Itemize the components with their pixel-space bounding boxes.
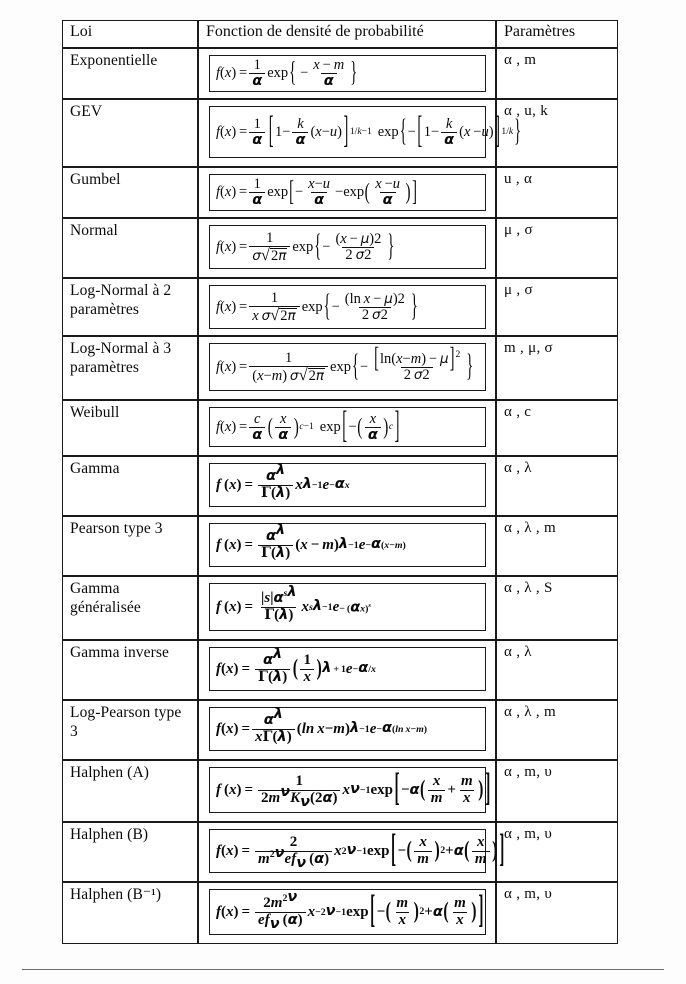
formula-halphen-b: f(x) = 2 m2νefν (α) x 2ν−1 exp[−(x m) 2 + α(x m)]	[216, 829, 505, 871]
table-row: GEV f(x) = 1 α[1− k α(x − u)] 1/k−1 exp{−[1− k α(x…	[62, 99, 618, 168]
parameters-halphen-a: α , m, υ	[496, 760, 618, 823]
table-row: Halphen (B⁻¹) f(x) = 2m2ν efν (α) x −2ν−1 exp…	[62, 882, 618, 945]
formula-cell-gamma: f (x) = αλ Γ(λ) x λ−1 e −αx	[198, 456, 496, 517]
table-body: Exponentielle f(x) = 1 α exp{− x − m α} α , m…	[62, 48, 618, 945]
table-row: Halphen (B) f(x) = 2 m2νefν (α) x 2ν−1 exp[−(…	[62, 822, 618, 883]
table-row: Gumbel f(x) = 1 α exp[− x−u α − exp(x −u α)] u ,…	[62, 167, 618, 219]
table-row: Log-Pearson type 3 f(x) = αλ xΓ(λ)(ln x − m)…	[62, 700, 618, 761]
formula-cell-lognormal3: f(x) = 1 (x−m) σ √ 2π exp{− [ln(x−m) − μ]2 2 σ2…	[198, 336, 496, 401]
formula-cell-normal: f(x) = 1 σ √ 2π exp{− (x − μ)2 2 σ2}	[198, 218, 496, 279]
formula-box: f(x) = 1 (x−m) σ √ 2π exp{− [ln(x−m) − μ]2 2 σ2…	[209, 342, 486, 392]
law-name-gammainv: Gamma inverse	[62, 640, 198, 701]
table-row: Gamma inverse f(x) = αλ Γ(λ)(1 x) λ + 1 e −α/x…	[62, 640, 618, 701]
formula-cell-weibull: f(x) = c α(x α) c−1 exp[−(x α) c]	[198, 400, 496, 457]
law-name-pearson3: Pearson type 3	[62, 516, 198, 577]
formula-box: f(x) = 1 α[1− k α(x − u)] 1/k−1 exp{−[1− k α(x − u)…	[209, 106, 521, 159]
formula-box: f(x) = 2m2ν efν (α) x −2ν−1 exp[−(m x) 2 + α(m x)]	[209, 889, 486, 936]
formula-exponentielle: f(x) = 1 α exp{− x − m α}	[216, 57, 358, 90]
law-name-gumbel: Gumbel	[62, 167, 198, 219]
parameters-gammagen: α , λ , S	[496, 576, 618, 641]
law-name-gammagen: Gamma généralisée	[62, 576, 198, 641]
formula-cell-exponentielle: f(x) = 1 α exp{− x − m α}	[198, 48, 496, 100]
formula-cell-halphen-b: f(x) = 2 m2νefν (α) x 2ν−1 exp[−(x m) 2 + α(x m)]	[198, 822, 504, 883]
formula-box: f(x) = 1 α exp{− x − m α}	[209, 55, 486, 93]
formula-cell-halphen-a: f (x) = 1 2mνKν(2α) x ν−1 exp[− α(x m + m x)]	[198, 760, 496, 823]
formula-cell-gammainv: f(x) = αλ Γ(λ)(1 x) λ + 1 e −α/x	[198, 640, 496, 701]
parameters-logpearson3: α , λ , m	[496, 700, 618, 761]
formula-box: f(x) = 1 x σ √ 2π exp{− (ln x − μ)2 2 σ2}	[209, 285, 486, 330]
table-header: Loi Fonction de densité de probabilité P…	[62, 20, 618, 48]
formula-logpearson3: f(x) = αλ xΓ(λ)(ln x − m) λ−1 e −α(ln x−m)	[216, 706, 428, 745]
table-row: Halphen (A) f (x) = 1 2mνKν(2α) x ν−1 exp[− α(…	[62, 760, 618, 823]
formula-cell-halphen-b-inv: f(x) = 2m2ν efν (α) x −2ν−1 exp[−(m x) 2 + α(m x)]	[198, 882, 496, 945]
formula-cell-pearson3: f (x) = αλ Γ(λ)(x − m) λ−1 e −α(x−m)	[198, 516, 496, 577]
column-header-loi: Loi	[62, 20, 198, 48]
formula-box: f(x) = 1 σ √ 2π exp{− (x − μ)2 2 σ2}	[209, 225, 486, 270]
formula-cell-logpearson3: f(x) = αλ xΓ(λ)(ln x − m) λ−1 e −α(ln x−m)	[198, 700, 496, 761]
formula-box: f (x) = |s|αsλ Γ(λ) x sλ−1 e − (αx)s	[209, 583, 486, 632]
table-row: Gamma généralisée f (x) = |s|αsλ Γ(λ) x sλ−1…	[62, 576, 618, 641]
column-header-fonction: Fonction de densité de probabilité	[198, 20, 496, 48]
law-name-logpearson3: Log-Pearson type 3	[62, 700, 198, 761]
law-name-normal: Normal	[62, 218, 198, 279]
formula-halphen-a: f (x) = 1 2mνKν(2α) x ν−1 exp[− α(x m + m x)]	[216, 768, 491, 810]
parameters-halphen-b-inv: α , m, υ	[496, 882, 618, 945]
formula-lognormal3: f(x) = 1 (x−m) σ √ 2π exp{− [ln(x−m) − μ]2 2 σ2…	[216, 342, 474, 385]
law-name-halphen-b: Halphen (B)	[62, 822, 198, 883]
table-row: Log-Normal à 3 paramètres f(x) = 1 (x−m) σ…	[62, 336, 618, 401]
formula-box: f(x) = c α(x α) c−1 exp[−(x α) c]	[209, 405, 486, 448]
formula-lognormal2: f(x) = 1 x σ √ 2π exp{− (ln x − μ)2 2 σ2}	[216, 289, 418, 325]
parameters-pearson3: α , λ , m	[496, 516, 618, 577]
law-name-weibull: Weibull	[62, 400, 198, 457]
parameters-gamma: α , λ	[496, 456, 618, 517]
probability-laws-table: Loi Fonction de densité de probabilité P…	[62, 20, 618, 945]
formula-gammagen: f (x) = |s|αsλ Γ(λ) x sλ−1 e − (αx)s	[216, 584, 371, 623]
footer-divider	[22, 969, 664, 970]
law-name-halphen-b-inv: Halphen (B⁻¹)	[62, 882, 198, 945]
formula-cell-gumbel: f(x) = 1 α exp[− x−u α − exp(x −u α)]	[198, 167, 496, 219]
parameters-gammainv: α , λ	[496, 640, 618, 701]
formula-halphen-b-inv: f(x) = 2m2ν efν (α) x −2ν−1 exp[−(m x) 2 + α(m x)]	[216, 889, 484, 932]
table-row: Normal f(x) = 1 σ √ 2π exp{− (x − μ)2 2 σ2} μ ,…	[62, 218, 618, 279]
table-row: Weibull f(x) = c α(x α) c−1 exp[−(x α) c] α , c	[62, 400, 618, 457]
parameters-lognormal2: μ , σ	[496, 278, 618, 337]
formula-box: f(x) = 1 α exp[− x−u α − exp(x −u α)]	[209, 174, 486, 212]
parameters-gumbel: u , α	[496, 167, 618, 219]
parameters-weibull: α , c	[496, 400, 618, 457]
table-row: Pearson type 3 f (x) = αλ Γ(λ)(x − m) λ−1 e −…	[62, 516, 618, 577]
formula-cell-lognormal2: f(x) = 1 x σ √ 2π exp{− (ln x − μ)2 2 σ2}	[198, 278, 496, 337]
column-header-parametres: Paramètres	[496, 20, 618, 48]
formula-gev: f(x) = 1 α[1− k α(x − u)] 1/k−1 exp{−[1− k α(x − u)…	[216, 110, 522, 153]
formula-box: f(x) = αλ Γ(λ)(1 x) λ + 1 e −α/x	[209, 646, 486, 692]
pdf-table-container: Loi Fonction de densité de probabilité P…	[62, 20, 618, 945]
table-row: Gamma f (x) = αλ Γ(λ) x λ−1 e −αx α , λ	[62, 456, 618, 517]
formula-cell-gev: f(x) = 1 α[1− k α(x − u)] 1/k−1 exp{−[1− k α(x − u)…	[198, 99, 521, 168]
document-page: Loi Fonction de densité de probabilité P…	[0, 0, 686, 984]
formula-normal: f(x) = 1 σ √ 2π exp{− (x − μ)2 2 σ2}	[216, 229, 395, 265]
formula-box: f (x) = 1 2mνKν(2α) x ν−1 exp[− α(x m + m x)]	[209, 767, 490, 814]
law-name-gamma: Gamma	[62, 456, 198, 517]
law-name-exponentielle: Exponentielle	[62, 48, 198, 100]
formula-cell-gammagen: f (x) = |s|αsλ Γ(λ) x sλ−1 e − (αx)s	[198, 576, 496, 641]
law-name-gev: GEV	[62, 99, 198, 168]
formula-box: f(x) = αλ xΓ(λ)(ln x − m) λ−1 e −α(ln x−m)	[209, 706, 486, 752]
parameters-halphen-b: α , m, υ	[496, 822, 618, 883]
formula-gamma: f (x) = αλ Γ(λ) x λ−1 e −αx	[216, 462, 350, 501]
table-header-row: Loi Fonction de densité de probabilité P…	[62, 20, 618, 48]
table-row: Exponentielle f(x) = 1 α exp{− x − m α} α , m	[62, 48, 618, 100]
parameters-normal: μ , σ	[496, 218, 618, 279]
formula-box: f(x) = 2 m2νefν (α) x 2ν−1 exp[−(x m) 2 + α(x m)]	[209, 829, 504, 874]
table-row: Log-Normal à 2 paramètres f(x) = 1 x σ √ 2π e…	[62, 278, 618, 337]
formula-gumbel: f(x) = 1 α exp[− x−u α − exp(x −u α)]	[216, 176, 417, 209]
formula-box: f (x) = αλ Γ(λ) x λ−1 e −αx	[209, 462, 486, 508]
formula-gammainv: f(x) = αλ Γ(λ)(1 x) λ + 1 e −α/x	[216, 646, 376, 685]
formula-weibull: f(x) = c α(x α) c−1 exp[−(x α) c]	[216, 405, 400, 448]
formula-box: f (x) = αλ Γ(λ)(x − m) λ−1 e −α(x−m)	[209, 522, 486, 568]
parameters-exponentielle: α , m	[496, 48, 618, 100]
formula-pearson3: f (x) = αλ Γ(λ)(x − m) λ−1 e −α(x−m)	[216, 522, 406, 561]
law-name-lognormal3: Log-Normal à 3 paramètres	[62, 336, 198, 401]
parameters-lognormal3: m , μ, σ	[496, 336, 618, 401]
law-name-lognormal2: Log-Normal à 2 paramètres	[62, 278, 198, 337]
law-name-halphen-a: Halphen (A)	[62, 760, 198, 823]
